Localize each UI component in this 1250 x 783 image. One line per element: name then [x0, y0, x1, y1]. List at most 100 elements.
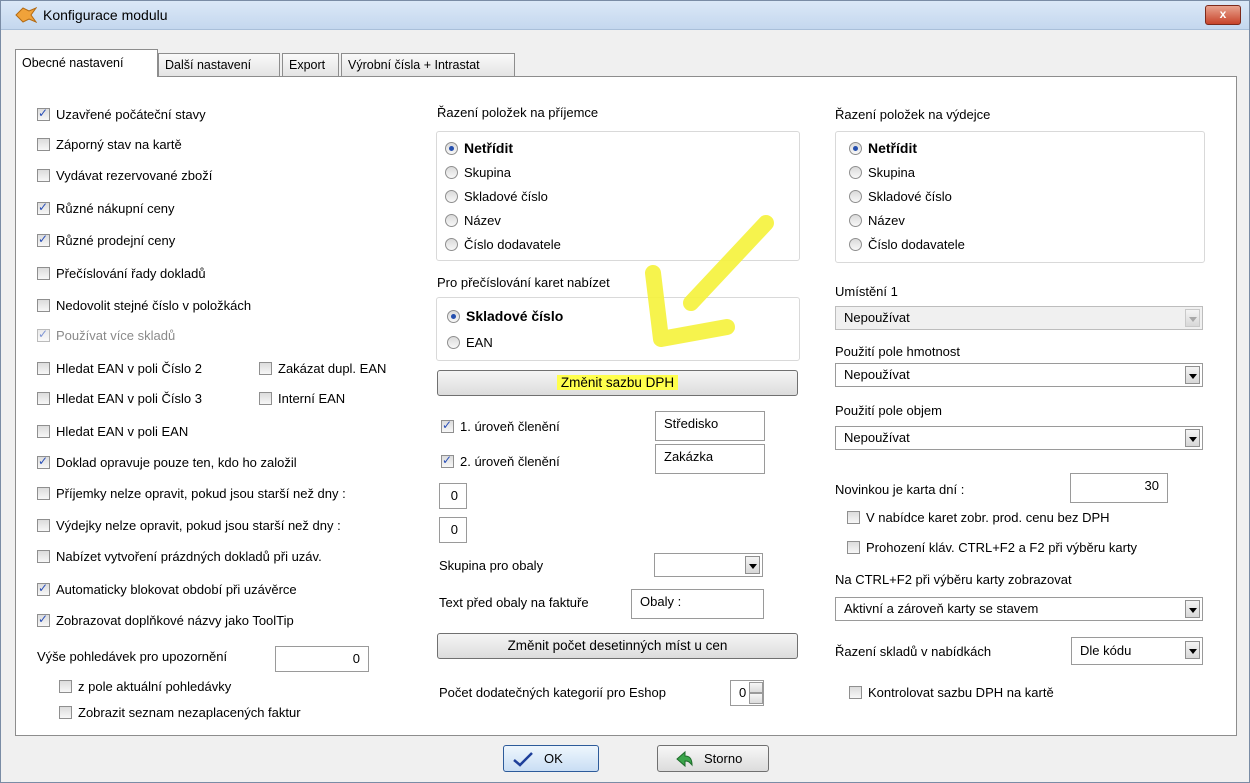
checkbox-box	[59, 705, 72, 719]
storno-label: Storno	[704, 751, 743, 766]
radio-label: Netřídit	[464, 140, 513, 156]
radio-label: Skladové číslo	[464, 188, 548, 204]
select-value: Aktivní a zároveň karty se stavem	[844, 601, 1039, 616]
chevron-down-icon[interactable]	[1185, 641, 1200, 659]
obaly-group-select[interactable]	[654, 553, 763, 577]
radio-circle	[849, 141, 862, 155]
obaly-text-input[interactable]: Obaly :	[631, 589, 764, 619]
hmotnost-select[interactable]: Nepoužívat	[835, 363, 1203, 387]
radio-circle	[447, 335, 460, 349]
razeni-skladu-select[interactable]: Dle kódu	[1071, 637, 1203, 665]
umisteni-select[interactable]: Nepoužívat	[835, 306, 1203, 330]
checkbox-left-9[interactable]: Hledat EAN v poli Číslo 3	[37, 389, 202, 407]
radio-circle	[849, 213, 862, 227]
checkbox-uroven-1[interactable]: 1. úroveň členění	[441, 417, 560, 435]
radio-label: Číslo dodavatele	[464, 236, 561, 252]
objem-select[interactable]: Nepoužívat	[835, 426, 1203, 450]
storno-button[interactable]: Storno	[657, 745, 769, 772]
uroven-2-input[interactable]: Zakázka	[655, 444, 765, 474]
prijemce-radio-0[interactable]: Netřídit	[445, 139, 513, 157]
checkbox-label: Prohození kláv. CTRL+F2 a F2 při výběru …	[866, 539, 1138, 555]
tab-dalsi-nastaveni[interactable]: Další nastavení	[158, 53, 280, 76]
checkbox-uroven-2[interactable]: 2. úroveň členění	[441, 452, 560, 470]
vydejce-radio-4[interactable]: Číslo dodavatele	[849, 235, 965, 253]
checkbox-zobrazit-seznam[interactable]: Zobrazit seznam nezaplacených faktur	[59, 703, 301, 721]
checkbox-left-13[interactable]: Výdejky nelze opravit, pokud jsou starší…	[37, 516, 341, 534]
receivables-label: Výše pohledávek pro upozornění	[37, 649, 228, 664]
chevron-down-icon[interactable]	[1185, 366, 1200, 384]
checkbox-left-0[interactable]: Uzavřené počáteční stavy	[37, 105, 206, 123]
prijemce-radio-2[interactable]: Skladové číslo	[445, 187, 548, 205]
checkbox-left-3[interactable]: Různé nákupní ceny	[37, 199, 175, 217]
checkbox-label: V nabídce karet zobr. prod. cenu bez DPH	[866, 509, 1110, 525]
radio-skladove-cislo[interactable]: Skladové číslo	[447, 307, 563, 325]
checkbox-left-2[interactable]: Vydávat rezervované zboží	[37, 166, 212, 184]
radio-circle	[445, 141, 458, 155]
prijemce-radio-1[interactable]: Skupina	[445, 163, 511, 181]
checkbox-left-16[interactable]: Zobrazovat doplňkové názvy jako ToolTip	[37, 611, 294, 629]
number-input-2[interactable]: 0	[439, 517, 467, 543]
button-label: Změnit sazbu DPH	[556, 375, 679, 390]
ctrlf2-select[interactable]: Aktivní a zároveň karty se stavem	[835, 597, 1203, 621]
checkbox-label: Záporný stav na kartě	[56, 136, 182, 152]
number-input-1[interactable]: 0	[439, 483, 467, 509]
close-button[interactable]: x	[1205, 5, 1241, 25]
checkbox-prohozeni-klav[interactable]: Prohození kláv. CTRL+F2 a F2 při výběru …	[847, 538, 1137, 556]
checkbox-left-4[interactable]: Různé prodejní ceny	[37, 231, 175, 249]
checkbox-left-14[interactable]: Nabízet vytvoření prázdných dokladů při …	[37, 547, 322, 565]
spinner-up-icon[interactable]	[749, 682, 763, 693]
checkbox-zakazat-dupl-ean[interactable]: Zakázat dupl. EAN	[259, 359, 386, 377]
checkbox-left-5[interactable]: Přečíslování řady dokladů	[37, 264, 206, 282]
novinka-input[interactable]: 30	[1070, 473, 1168, 503]
radio-ean[interactable]: EAN	[447, 333, 493, 351]
checkbox-label: Vydávat rezervované zboží	[56, 167, 213, 183]
checkbox-box	[37, 200, 50, 215]
checkbox-kontrolovat-dph[interactable]: Kontrolovat sazbu DPH na kartě	[849, 683, 1054, 701]
tab-vyrobni-cisla[interactable]: Výrobní čísla + Intrastat	[341, 53, 515, 76]
vydejce-radio-2[interactable]: Skladové číslo	[849, 187, 952, 205]
vydejce-radio-1[interactable]: Skupina	[849, 163, 915, 181]
preciselni-title: Pro přečíslování karet nabízet	[437, 275, 610, 290]
zmenit-pocet-desetinnych-button[interactable]: Změnit počet desetinných míst u cen	[437, 633, 798, 659]
checkbox-label: Hledat EAN v poli EAN	[56, 423, 189, 439]
checkbox-left-15[interactable]: Automaticky blokovat období při uzávěrce	[37, 580, 297, 598]
checkbox-box	[847, 510, 860, 524]
checkbox-left-10[interactable]: Hledat EAN v poli EAN	[37, 422, 188, 440]
checkbox-z-pole-aktualni[interactable]: z pole aktuální pohledávky	[59, 677, 231, 695]
title-bar: Konfigurace modulu x	[1, 1, 1249, 30]
checkbox-box	[37, 486, 50, 500]
ok-button[interactable]: OK	[503, 745, 599, 772]
tab-export[interactable]: Export	[282, 53, 339, 76]
radio-label: Skladové číslo	[466, 308, 564, 324]
checkbox-left-8[interactable]: Hledat EAN v poli Číslo 2	[37, 359, 202, 377]
checkbox-left-11[interactable]: Doklad opravuje pouze ten, kdo ho založi…	[37, 453, 297, 471]
checkmark-icon	[513, 752, 533, 767]
chevron-down-icon[interactable]	[745, 556, 760, 574]
checkbox-bez-dph[interactable]: V nabídce karet zobr. prod. cenu bez DPH	[847, 508, 1110, 526]
checkbox-label: Výdejky nelze opravit, pokud jsou starší…	[56, 517, 341, 533]
novinka-label: Novinkou je karta dní :	[835, 482, 965, 497]
uroven-1-input[interactable]: Středisko	[655, 411, 765, 441]
checkbox-label: Zobrazovat doplňkové názvy jako ToolTip	[56, 612, 294, 628]
chevron-down-icon[interactable]	[1185, 309, 1200, 327]
checkbox-box	[37, 232, 50, 247]
chevron-down-icon[interactable]	[1185, 429, 1200, 447]
checkbox-left-6[interactable]: Nedovolit stejné číslo v položkách	[37, 296, 251, 314]
prijemce-radio-3[interactable]: Název	[445, 211, 501, 229]
zmenit-sazbu-dph-button[interactable]: Změnit sazbu DPH	[437, 370, 798, 396]
checkbox-box	[59, 679, 72, 693]
spinner-down-icon[interactable]	[749, 693, 763, 704]
checkbox-interni-ean[interactable]: Interní EAN	[259, 389, 345, 407]
checkbox-left-1[interactable]: Záporný stav na kartě	[37, 135, 182, 153]
checkbox-box	[37, 137, 50, 151]
prijemce-radio-4[interactable]: Číslo dodavatele	[445, 235, 561, 253]
checkbox-left-7[interactable]: Používat více skladů	[37, 326, 175, 344]
receivables-input[interactable]: 0	[275, 646, 369, 672]
vydejce-radio-3[interactable]: Název	[849, 211, 905, 229]
chevron-down-icon[interactable]	[1185, 600, 1200, 618]
obaly-group-label: Skupina pro obaly	[439, 558, 544, 573]
vydejce-radio-0[interactable]: Netřídit	[849, 139, 917, 157]
checkbox-left-12[interactable]: Příjemky nelze opravit, pokud jsou starš…	[37, 484, 346, 502]
radio-circle	[849, 237, 862, 251]
tab-obecne-nastaveni[interactable]: Obecné nastavení	[15, 49, 158, 77]
